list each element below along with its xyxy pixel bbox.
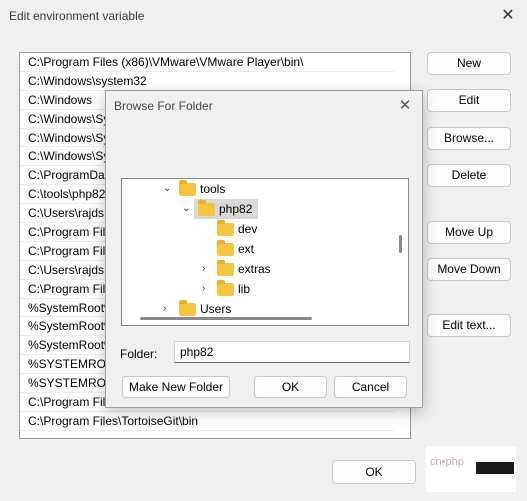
tree-item-label: Users [200,302,232,316]
folder-icon [217,220,234,236]
tree-item-tools[interactable]: ⌄ tools [122,179,408,199]
folder-icon [179,300,196,316]
tree-item-lib[interactable]: › lib [122,279,408,299]
watermark: cn•php [430,456,464,468]
tree-item-label: lib [238,282,251,296]
tree-item-dev[interactable]: dev [122,219,408,239]
move-up-button[interactable]: Move Up [427,221,511,244]
dialog-title: Browse For Folder [114,99,213,113]
dialog-close-icon[interactable]: ✕ [396,96,414,114]
browse-for-folder-dialog: Browse For Folder ✕ ⌄ tools ⌄ php82 dev … [105,90,423,408]
tree-vertical-scrollbar[interactable] [399,235,402,253]
tree-item-label: tools [200,182,226,196]
dialog-ok-button[interactable]: OK [254,376,327,398]
folder-icon [217,240,234,256]
tree-item-ext[interactable]: ext [122,239,408,259]
list-item[interactable]: C:\Program Files (x86)\VMware\VMware Pla… [20,53,410,72]
tree-item-php82[interactable]: ⌄ php82 [122,199,408,219]
tree-item-label: php82 [219,202,253,216]
move-down-button[interactable]: Move Down [427,258,511,281]
close-icon[interactable]: ✕ [497,6,519,26]
chevron-right-icon[interactable]: › [202,279,212,299]
chevron-down-icon[interactable]: ⌄ [182,199,192,219]
dialog-cancel-button[interactable]: Cancel [334,376,407,398]
make-new-folder-button[interactable]: Make New Folder [122,376,230,398]
folder-icon [217,260,234,276]
folder-icon [198,200,215,216]
browse-button[interactable]: Browse... [427,127,511,150]
edit-text-button[interactable]: Edit text... [427,314,511,337]
list-item[interactable]: C:\Windows\system32 [20,72,410,91]
tree-item-users[interactable]: › Users [122,299,408,319]
edit-button[interactable]: Edit [427,89,511,112]
tree-item-label: extras [238,262,271,276]
tree-horizontal-scrollbar[interactable] [140,317,312,320]
ok-button[interactable]: OK [332,460,416,484]
list-item[interactable]: C:\Program Files\TortoiseGit\bin [20,412,410,431]
folder-name-input[interactable]: php82 [174,341,410,363]
chevron-right-icon[interactable]: › [163,299,173,319]
new-button[interactable]: New [427,52,511,75]
tree-item-label: ext [238,242,255,256]
chevron-down-icon[interactable]: ⌄ [163,179,173,199]
folder-tree[interactable]: ⌄ tools ⌄ php82 dev ext › extras › lib ›… [121,178,409,326]
tree-item-extras[interactable]: › extras [122,259,408,279]
folder-icon [217,280,234,296]
watermark-bar [476,462,514,474]
title-bar: Edit environment variable ✕ [0,0,527,34]
chevron-right-icon[interactable]: › [202,259,212,279]
folder-icon [179,180,196,196]
folder-label: Folder: [120,347,158,361]
delete-button[interactable]: Delete [427,164,511,187]
window-title: Edit environment variable [9,9,145,23]
tree-item-label: dev [238,222,258,236]
